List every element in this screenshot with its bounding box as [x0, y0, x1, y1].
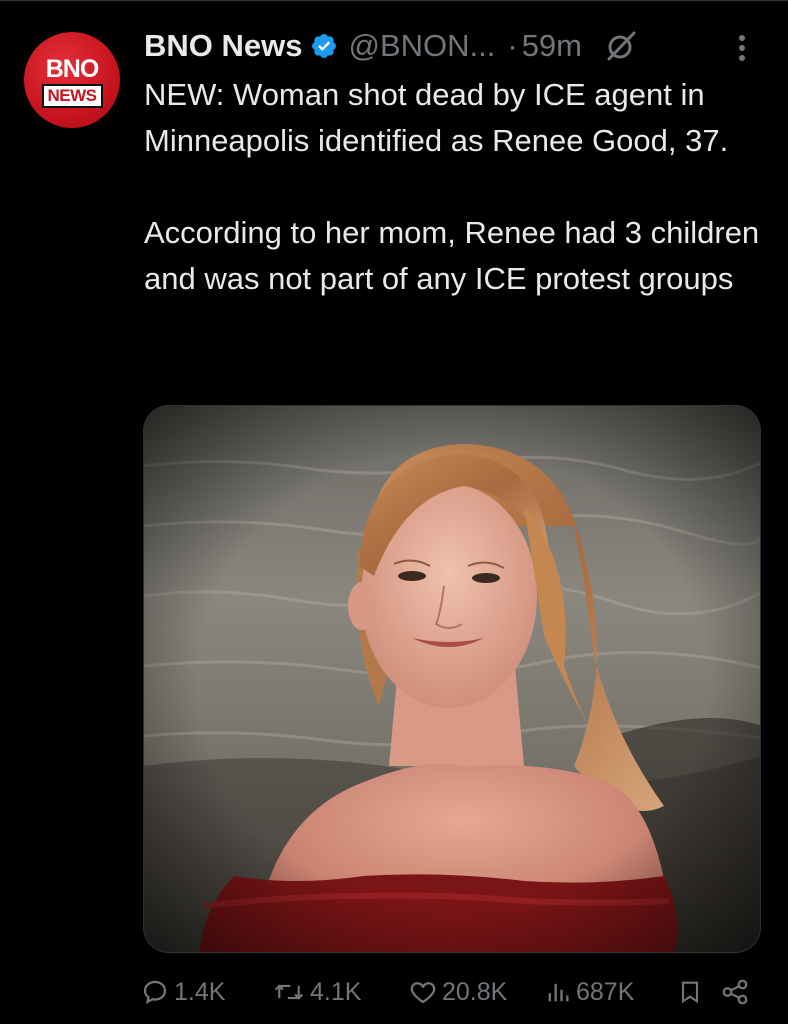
post-photo[interactable] [143, 405, 761, 953]
reply-count: 1.4K [174, 977, 226, 1006]
top-divider [0, 0, 788, 1]
like-count: 20.8K [442, 977, 508, 1006]
reply-button[interactable]: 1.4K [140, 972, 225, 1012]
views-chart-icon [548, 983, 569, 1002]
avatar-logo-text: BNO [45, 54, 100, 83]
author-avatar[interactable]: BNO NEWS [24, 32, 120, 128]
like-button[interactable]: 20.8K [408, 972, 507, 1012]
photo-portrait [144, 406, 760, 952]
views-button[interactable]: 687K [544, 972, 634, 1012]
heart-icon [410, 982, 436, 1004]
post-header: BNO News @BNON... · 59m [144, 22, 774, 70]
more-vertical-icon[interactable] [728, 30, 756, 66]
verified-badge-icon [312, 34, 337, 58]
avatar-bottom-text: NEWS [41, 83, 103, 108]
post-text-paragraph: NEW: Woman shot dead by ICE agent in Min… [144, 77, 729, 158]
avatar-top-text: BNO [45, 54, 100, 83]
repost-icon [274, 984, 304, 1000]
author-display-name[interactable]: BNO News [144, 28, 302, 64]
reply-icon [143, 980, 167, 1005]
repost-button[interactable]: 4.1K [272, 972, 361, 1012]
author-handle[interactable]: @BNON... [348, 28, 495, 64]
grok-icon[interactable] [604, 29, 638, 63]
post-timestamp[interactable]: 59m [522, 28, 582, 64]
post-actions-bar: 1.4K 4.1K 20.8K 687K [140, 972, 760, 1012]
repost-count: 4.1K [310, 977, 362, 1006]
bookmark-icon [681, 981, 699, 1004]
share-icon [722, 979, 748, 1005]
post-text-paragraph: According to her mom, Renee had 3 childr… [144, 215, 768, 296]
views-count: 687K [576, 977, 635, 1006]
bookmark-button[interactable] [676, 972, 704, 1012]
share-button[interactable] [720, 972, 750, 1012]
separator-dot: · [507, 28, 518, 63]
post-text: NEW: Woman shot dead by ICE agent in Min… [144, 72, 774, 302]
